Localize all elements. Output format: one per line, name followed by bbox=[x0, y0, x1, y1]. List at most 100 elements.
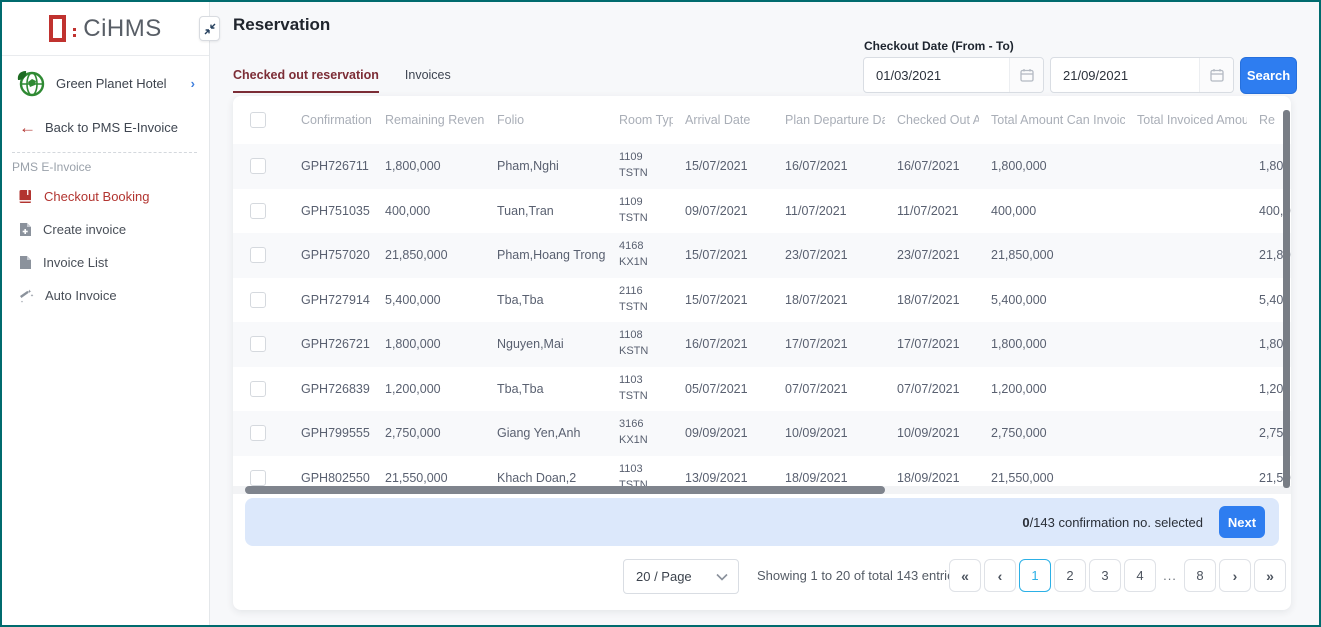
sidebar-section-label: PMS E-Invoice bbox=[12, 160, 91, 174]
cell-total-invoiced bbox=[1125, 367, 1247, 412]
select-all-checkbox[interactable] bbox=[250, 112, 266, 128]
cell-confirmation: GPH802550 bbox=[289, 456, 373, 487]
cell-remaining-revenue: 1,200,000 bbox=[373, 367, 485, 412]
calendar-icon[interactable] bbox=[1199, 58, 1233, 92]
row-checkbox[interactable] bbox=[250, 203, 266, 219]
cell-folio: Tba,Tba bbox=[485, 367, 607, 412]
cell-remaining-revenue: 2,750,000 bbox=[373, 411, 485, 456]
col-confirmation: Confirmation bbox=[289, 96, 373, 144]
cell-room-type: 1108KSTN bbox=[607, 322, 673, 367]
cell-total-can-invoice: 2,750,000 bbox=[979, 411, 1125, 456]
cell-arrival: 15/07/2021 bbox=[673, 233, 773, 278]
table-row: GPH726711 1,800,000 Pham,Nghi 1109TSTN 1… bbox=[233, 144, 1291, 189]
table-row: GPH802550 21,550,000 Khach Doan,2 1103TS… bbox=[233, 456, 1291, 487]
next-button[interactable]: Next bbox=[1219, 506, 1265, 538]
cell-folio: Tuan,Tran bbox=[485, 189, 607, 234]
row-checkbox[interactable] bbox=[250, 381, 266, 397]
checkout-date-label: Checkout Date (From - To) bbox=[864, 39, 1014, 53]
back-link-label: Back to PMS E-Invoice bbox=[45, 120, 178, 135]
page-button-2[interactable]: 2 bbox=[1054, 559, 1086, 592]
cell-total-can-invoice: 21,550,000 bbox=[979, 456, 1125, 487]
cell-plan-departure: 18/09/2021 bbox=[773, 456, 885, 487]
cell-plan-departure: 18/07/2021 bbox=[773, 278, 885, 323]
cell-folio: Giang Yen,Anh bbox=[485, 411, 607, 456]
collapse-sidebar-button[interactable] bbox=[199, 16, 220, 41]
row-checkbox[interactable] bbox=[250, 158, 266, 174]
cell-folio: Khach Doan,2 bbox=[485, 456, 607, 487]
cell-total-can-invoice: 1,200,000 bbox=[979, 367, 1125, 412]
date-from-input[interactable]: 01/03/2021 bbox=[863, 57, 1044, 93]
page-button-4[interactable]: 4 bbox=[1124, 559, 1156, 592]
cell-folio: Nguyen,Mai bbox=[485, 322, 607, 367]
page-button-8[interactable]: 8 bbox=[1184, 559, 1216, 592]
cell-total-can-invoice: 400,000 bbox=[979, 189, 1125, 234]
cell-total-can-invoice: 5,400,000 bbox=[979, 278, 1125, 323]
cell-total-invoiced bbox=[1125, 233, 1247, 278]
cell-folio: Pham,Hoang Trong bbox=[485, 233, 607, 278]
cell-total-invoiced bbox=[1125, 144, 1247, 189]
col-folio: Folio bbox=[485, 96, 607, 144]
page-ellipsis[interactable]: ... bbox=[1159, 568, 1181, 583]
cell-arrival: 15/07/2021 bbox=[673, 144, 773, 189]
cell-room-type: 1103TSTN bbox=[607, 367, 673, 412]
chevron-right-icon: › bbox=[191, 76, 195, 91]
cell-plan-departure: 23/07/2021 bbox=[773, 233, 885, 278]
page-size-value: 20 / Page bbox=[636, 569, 716, 584]
cell-checked-out: 11/07/2021 bbox=[885, 189, 979, 234]
last-page-button[interactable]: » bbox=[1254, 559, 1286, 592]
table-row: GPH726839 1,200,000 Tba,Tba 1103TSTN 05/… bbox=[233, 367, 1291, 412]
prev-page-button[interactable]: ‹ bbox=[984, 559, 1016, 592]
reservation-table-card: Confirmation Remaining Revenue Folio Roo… bbox=[233, 96, 1291, 610]
globe-icon bbox=[16, 68, 46, 98]
logo: CiHMS bbox=[2, 2, 209, 56]
cell-arrival: 09/09/2021 bbox=[673, 411, 773, 456]
row-checkbox[interactable] bbox=[250, 425, 266, 441]
row-checkbox[interactable] bbox=[250, 336, 266, 352]
tabs: Checked out reservation Invoices bbox=[233, 68, 451, 93]
sidebar-item-auto-invoice[interactable]: Auto Invoice bbox=[2, 281, 209, 310]
cell-room-type: 1109TSTN bbox=[607, 189, 673, 234]
first-page-button[interactable]: « bbox=[949, 559, 981, 592]
logo-text: CiHMS bbox=[83, 15, 162, 43]
date-to-input[interactable]: 21/09/2021 bbox=[1050, 57, 1234, 93]
cell-remaining-revenue: 400,000 bbox=[373, 189, 485, 234]
row-checkbox[interactable] bbox=[250, 292, 266, 308]
page-button-1[interactable]: 1 bbox=[1019, 559, 1051, 592]
cell-checked-out: 10/09/2021 bbox=[885, 411, 979, 456]
row-checkbox[interactable] bbox=[250, 247, 266, 263]
page-button-3[interactable]: 3 bbox=[1089, 559, 1121, 592]
col-room-type: Room Type bbox=[607, 96, 673, 144]
back-to-pms-link[interactable]: ← Back to PMS E-Invoice bbox=[19, 119, 178, 136]
sidebar-item-create-invoice[interactable]: Create invoice bbox=[2, 215, 209, 244]
file-icon bbox=[19, 255, 32, 270]
row-checkbox[interactable] bbox=[250, 470, 266, 486]
cell-confirmation: GPH727914 bbox=[289, 278, 373, 323]
cell-plan-departure: 10/09/2021 bbox=[773, 411, 885, 456]
horizontal-scrollbar-thumb[interactable] bbox=[245, 486, 885, 494]
vertical-scrollbar-thumb[interactable] bbox=[1283, 110, 1290, 488]
cell-total-can-invoice: 1,800,000 bbox=[979, 144, 1125, 189]
table-row: GPH727914 5,400,000 Tba,Tba 2116TSTN 15/… bbox=[233, 278, 1291, 323]
cell-arrival: 05/07/2021 bbox=[673, 367, 773, 412]
page-size-select[interactable]: 20 / Page bbox=[623, 559, 739, 594]
collapse-sidebar-icon bbox=[204, 23, 216, 35]
magic-wand-icon bbox=[19, 288, 34, 303]
page-title: Reservation bbox=[233, 15, 330, 35]
sidebar-item-invoice-list[interactable]: Invoice List bbox=[2, 248, 209, 277]
cell-confirmation: GPH757020 bbox=[289, 233, 373, 278]
cell-room-type: 2116TSTN bbox=[607, 278, 673, 323]
col-plan-departure-date: Plan Departure Date bbox=[773, 96, 885, 144]
date-to-value: 21/09/2021 bbox=[1051, 68, 1199, 83]
next-page-button[interactable]: › bbox=[1219, 559, 1251, 592]
search-button[interactable]: Search bbox=[1240, 57, 1297, 94]
calendar-icon[interactable] bbox=[1009, 58, 1043, 92]
cell-confirmation: GPH726721 bbox=[289, 322, 373, 367]
cell-remaining-revenue: 21,550,000 bbox=[373, 456, 485, 487]
sidebar-item-checkout-booking[interactable]: Checkout Booking bbox=[2, 182, 209, 211]
tab-invoices[interactable]: Invoices bbox=[405, 68, 451, 93]
cell-arrival: 16/07/2021 bbox=[673, 322, 773, 367]
cell-folio: Tba,Tba bbox=[485, 278, 607, 323]
col-remaining-revenue: Remaining Revenue bbox=[373, 96, 485, 144]
tab-checked-out-reservation[interactable]: Checked out reservation bbox=[233, 68, 379, 93]
hotel-selector[interactable]: Green Planet Hotel › bbox=[2, 64, 209, 102]
